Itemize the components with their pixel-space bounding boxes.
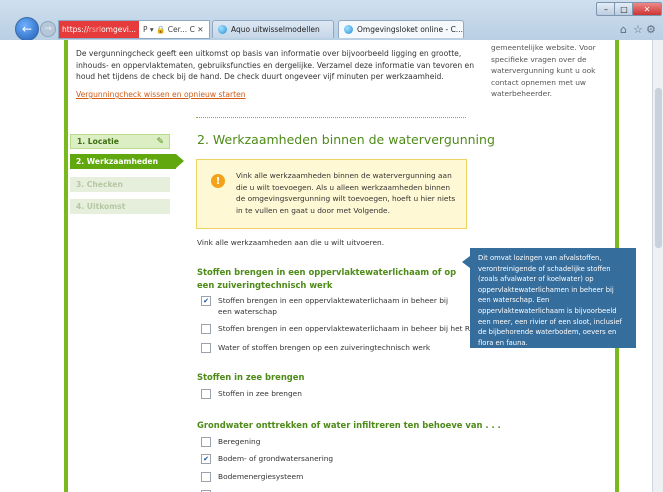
address-scheme: https:// [62,25,89,34]
intro-text: De vergunningcheck geeft een uitkomst op… [76,49,475,81]
close-tab-icon[interactable]: ✕ [463,25,464,34]
checkbox-row[interactable]: Stoffen in zee brengen [201,388,302,399]
arrow-right-icon: → [44,24,52,34]
step-label: 3. Checken [76,180,123,189]
step-uitkomst: 4. Uitkomst [70,199,170,214]
page-title: 2. Werkzaamheden binnen de watervergunni… [197,132,495,147]
checkbox[interactable] [201,389,211,399]
left-green-border [64,40,68,492]
checkbox-row[interactable]: Water of stoffen brengen op een zuiverin… [201,342,430,353]
checkbox-label: Bodemenergiesysteem [218,472,304,481]
tab-aquo[interactable]: Aquo uitwisselmodellen [212,20,334,38]
maximize-button[interactable]: □ [614,2,634,16]
gear-icon[interactable]: ⚙ [646,23,656,36]
tab-label: Omgevingsloket online - C... [357,25,463,34]
checkbox-row[interactable]: Beregening [201,436,260,447]
ie-icon [344,25,353,34]
help-tooltip: Dit omvat lozingen van afvalstoffen, ver… [462,248,636,348]
step-label: 4. Uitkomst [76,202,126,211]
checkbox[interactable] [201,343,211,353]
minimize-icon: – [604,4,608,14]
address-controls[interactable]: P ▾ 🔒 Cer... C ✕ [143,25,203,34]
ie-icon [218,25,227,34]
checkbox-row[interactable]: Stoffen brengen in een oppervlaktewaterl… [201,323,478,334]
star-icon[interactable]: ☆ [633,23,643,36]
checkbox-label: Stoffen brengen in een oppervlaktewaterl… [218,296,449,316]
info-notice: ! Vink alle werkzaamheden binnen de wate… [196,159,467,229]
checkbox-label: Stoffen in zee brengen [218,389,302,398]
close-icon: ✕ [643,4,651,14]
warning-icon: ! [211,174,225,188]
notice-text: Vink alle werkzaamheden binnen de waterv… [236,171,456,215]
section-title: Stoffen brengen in een oppervlaktewaterl… [197,267,457,290]
checkbox-checked[interactable]: ✔ [201,296,211,306]
vertical-scrollbar[interactable] [652,40,663,492]
checkbox-checked[interactable]: ✔ [201,454,211,464]
step-label: 2. Werkzaamheden [76,157,158,166]
checkbox[interactable] [201,472,211,482]
checkbox-label: Beregening [218,437,261,446]
address-blurred-host: rsrl [88,25,102,34]
step-checken: 3. Checken [70,177,170,192]
checkbox-label: Water of stoffen brengen op een zuiverin… [218,343,431,352]
browser-toolbar: ← → https://rsrl omgevi... P ▾ 🔒 Cer... C… [0,0,663,41]
minimize-button[interactable]: – [596,2,616,16]
step-werkzaamheden[interactable]: 2. Werkzaamheden [70,154,184,169]
address-bar[interactable]: https://rsrl omgevi... P ▾ 🔒 Cer... C ✕ [58,20,210,39]
section-title: Stoffen in zee brengen [197,372,305,382]
checkbox-label: Bodem- of grondwatersanering [218,454,334,463]
tab-omgevingsloket[interactable]: Omgevingsloket online - C... ✕ [338,20,464,38]
window-close-button[interactable]: ✕ [632,2,662,16]
section-title: Grondwater onttrekken of water infiltrer… [197,420,501,430]
scrollbar-thumb[interactable] [655,88,662,248]
checkbox[interactable] [201,437,211,447]
tab-label: Aquo uitwisselmodellen [231,25,320,34]
maximize-icon: □ [620,4,628,14]
checkbox-row[interactable]: ✔ Stoffen brengen in een oppervlaktewate… [201,295,456,317]
dotted-divider [196,117,466,118]
checkbox[interactable] [201,324,211,334]
arrow-left-icon: ← [21,22,33,36]
forward-button[interactable]: → [40,21,56,37]
sidebar-info-text: gemeentelijke website. Voor specifieke v… [491,43,596,98]
back-button[interactable]: ← [15,17,39,41]
step-locatie[interactable]: 1. Locatie ✎ [70,134,170,149]
step-label: 1. Locatie [77,137,119,146]
checkbox-label: Stoffen brengen in een oppervlaktewaterl… [218,324,479,333]
address-domain: omgevi... [101,25,137,34]
checkbox-row[interactable]: Bodemenergiesysteem [201,471,303,482]
reset-check-link[interactable]: Vergunningcheck wissen en opnieuw starte… [76,90,246,99]
home-icon[interactable]: ⌂ [620,23,627,36]
pencil-icon[interactable]: ✎ [156,137,164,147]
checkbox-row[interactable]: ✔ Bodem- of grondwatersanering [201,453,333,464]
address-secure-segment: https://rsrl omgevi... [59,21,140,38]
instruction-text: Vink alle werkzaamheden aan die u wilt u… [197,238,385,247]
